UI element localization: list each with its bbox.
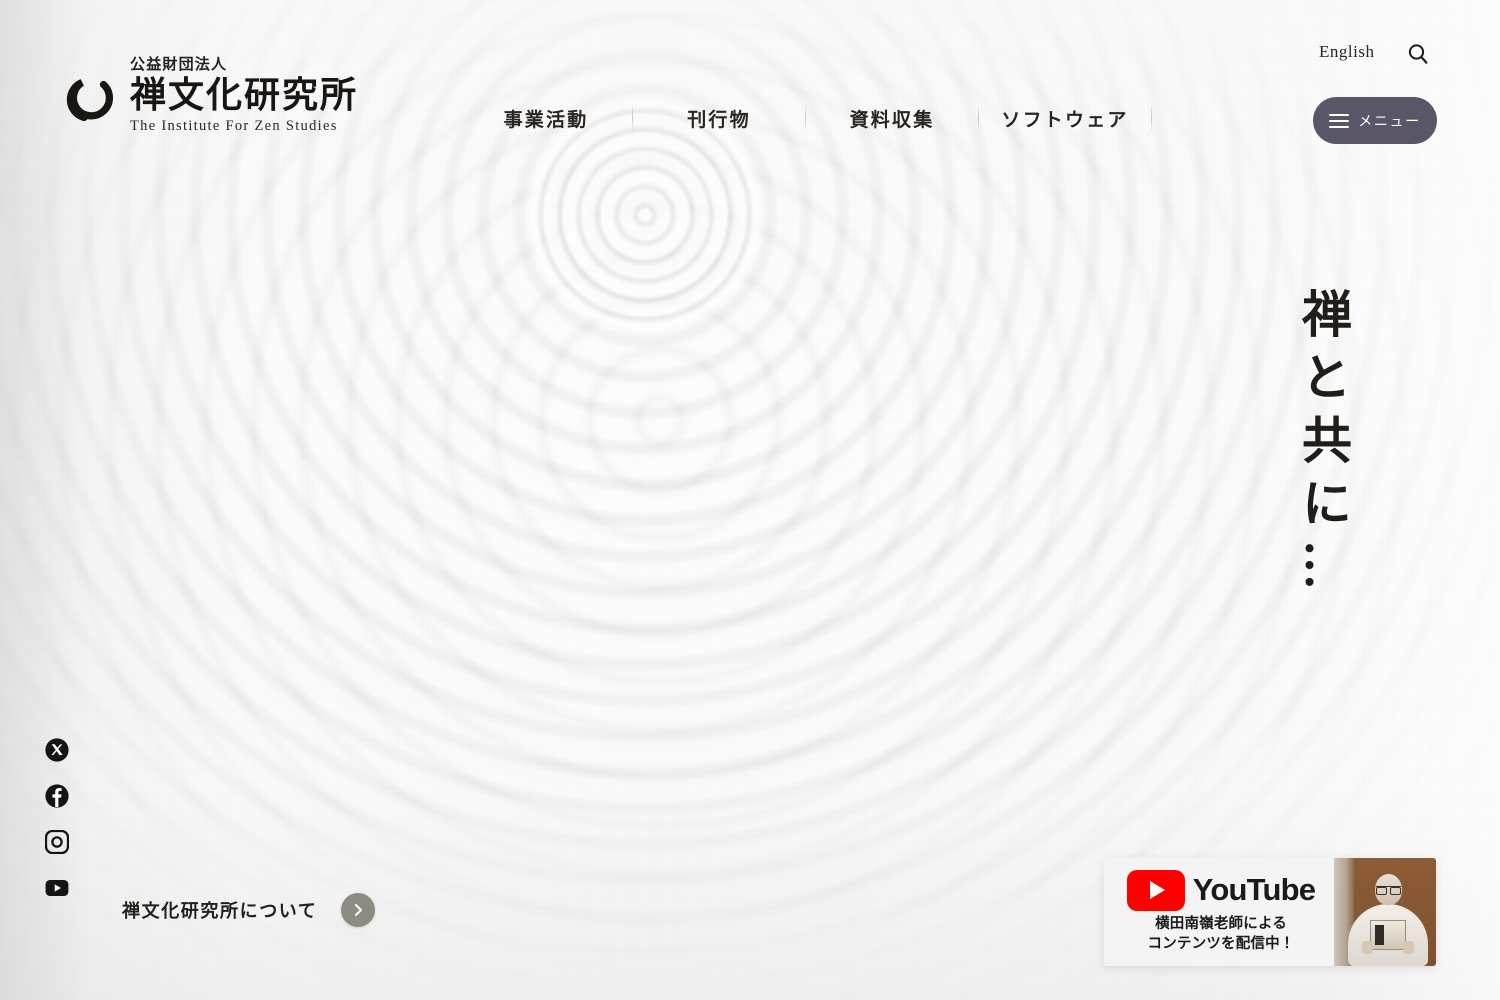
site-header: 公益財団法人 禅文化研究所 The Institute For Zen Stud… xyxy=(0,0,1500,160)
logo-english-name: The Institute For Zen Studies xyxy=(130,117,338,134)
language-switch-english[interactable]: English xyxy=(1319,42,1374,62)
youtube-promo-banner[interactable]: YouTube 横田南嶺老師による コンテンツを配信中！ xyxy=(1104,858,1436,966)
hero-tagline: 禅と共に… xyxy=(1295,288,1351,603)
monk-portrait-photo xyxy=(1334,858,1436,966)
menu-button[interactable]: メニュー xyxy=(1313,97,1437,144)
x-icon xyxy=(45,738,69,762)
search-icon[interactable] xyxy=(1406,42,1430,66)
about-institute-label: 禅文化研究所について xyxy=(122,901,318,921)
nav-item-shiryo-shushu[interactable]: 資料収集 xyxy=(806,105,978,132)
youtube-banner-caption: 横田南嶺老師による コンテンツを配信中！ xyxy=(1148,915,1295,954)
youtube-brand-label: YouTube xyxy=(1192,872,1316,908)
site-logo[interactable]: 公益財団法人 禅文化研究所 The Institute For Zen Stud… xyxy=(64,57,358,135)
enso-circle-icon xyxy=(64,72,116,124)
menu-button-label: メニュー xyxy=(1358,112,1421,129)
social-links-rail xyxy=(44,738,70,900)
youtube-icon xyxy=(45,880,69,896)
logo-org-type: 公益財団法人 xyxy=(130,57,228,73)
youtube-logo: YouTube xyxy=(1126,869,1316,911)
chevron-right-icon xyxy=(341,893,376,927)
nav-item-kankobutsu[interactable]: 刊行物 xyxy=(633,105,805,132)
facebook-icon xyxy=(45,784,69,808)
primary-navigation: 事業活動 刊行物 資料収集 ソフトウェア xyxy=(460,103,1152,133)
logo-text-block: 公益財団法人 禅文化研究所 The Institute For Zen Stud… xyxy=(130,57,358,135)
social-link-facebook[interactable] xyxy=(45,784,69,808)
logo-org-name: 禅文化研究所 xyxy=(130,74,359,115)
youtube-caption-line-2: コンテンツを配信中！ xyxy=(1147,935,1295,952)
nav-divider xyxy=(1151,103,1152,133)
social-link-youtube[interactable] xyxy=(45,876,69,900)
social-link-x-twitter[interactable] xyxy=(45,738,69,762)
nav-item-jigyo-katsudo[interactable]: 事業活動 xyxy=(460,105,632,132)
youtube-caption-line-1: 横田南嶺老師による xyxy=(1155,915,1287,932)
about-institute-link[interactable]: 禅文化研究所について xyxy=(122,893,376,927)
youtube-banner-text-block: YouTube 横田南嶺老師による コンテンツを配信中！ xyxy=(1104,858,1334,966)
youtube-play-icon xyxy=(1126,869,1185,911)
hamburger-icon xyxy=(1329,113,1350,128)
nav-item-software[interactable]: ソフトウェア xyxy=(979,105,1151,132)
social-link-instagram[interactable] xyxy=(44,829,70,855)
page-root: 公益財団法人 禅文化研究所 The Institute For Zen Stud… xyxy=(0,0,1500,1000)
instagram-icon xyxy=(44,829,70,855)
